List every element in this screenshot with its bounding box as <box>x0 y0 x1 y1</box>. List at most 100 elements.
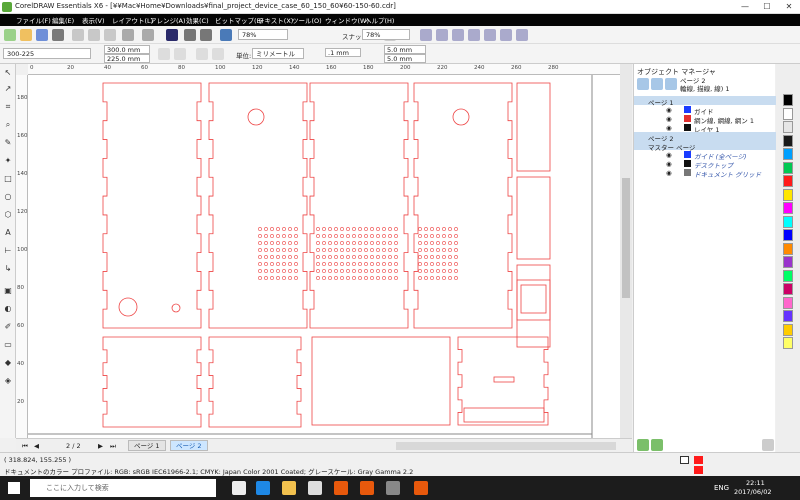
ellipse-tool-icon[interactable]: ○ <box>3 192 13 202</box>
page-height-field[interactable]: 225.0 mm <box>104 54 150 63</box>
new-master-layer-icon[interactable] <box>651 439 663 451</box>
zoom-level-combo-2[interactable]: 78% <box>362 29 410 40</box>
color-swatch[interactable] <box>783 121 793 133</box>
object-row[interactable]: ◉ ガイド (全ページ) <box>634 150 776 161</box>
color-swatch[interactable] <box>783 256 793 268</box>
interactive-fill-icon[interactable]: ◈ <box>3 376 13 386</box>
color-swatch[interactable] <box>783 148 793 160</box>
duplicate-y-field[interactable]: 5.0 mm <box>384 54 426 63</box>
export-icon[interactable] <box>200 29 212 41</box>
object-row[interactable]: ◉ ガイド <box>634 105 776 116</box>
visibility-eye-icon[interactable]: ◉ <box>666 169 672 177</box>
color-swatch[interactable] <box>783 134 793 147</box>
dimension-tool-icon[interactable]: ⊢ <box>3 246 13 256</box>
save-icon[interactable] <box>36 29 48 41</box>
store-icon[interactable] <box>308 481 322 495</box>
zoom-all-icon[interactable] <box>468 29 480 41</box>
next-page-icon[interactable]: ▶ <box>98 442 103 450</box>
edit-across-layers-icon[interactable] <box>651 78 663 90</box>
color-swatch[interactable] <box>783 94 793 106</box>
transparency-tool-icon[interactable]: ◐ <box>3 304 13 314</box>
cut-icon[interactable] <box>72 29 84 41</box>
outline-tool-icon[interactable]: ▭ <box>3 340 13 350</box>
menu-tools[interactable]: ツール(O) <box>292 15 322 25</box>
text-tool-icon[interactable]: A <box>3 228 13 238</box>
copy-icon[interactable] <box>88 29 100 41</box>
menu-window[interactable]: ウィンドウ(W) <box>325 15 369 25</box>
clock-time[interactable]: 22:11 <box>746 479 765 487</box>
shape-tool-icon[interactable]: ↗ <box>3 84 13 94</box>
redo-icon[interactable] <box>142 29 154 41</box>
page-tab-2[interactable]: ページ 2 <box>170 440 208 451</box>
visibility-eye-icon[interactable]: ◉ <box>666 115 672 123</box>
drop-shadow-tool-icon[interactable]: ▣ <box>3 286 13 296</box>
menu-effects[interactable]: 効果(C) <box>186 15 209 25</box>
color-swatch[interactable] <box>783 296 793 309</box>
task-view-icon[interactable] <box>232 481 246 495</box>
fill-tool-icon[interactable]: ◆ <box>3 358 13 368</box>
app-icon-3[interactable] <box>386 481 400 495</box>
start-icon[interactable] <box>8 482 20 494</box>
import-icon[interactable] <box>184 29 196 41</box>
page-width-field[interactable]: 300.0 mm <box>104 45 150 54</box>
color-swatch[interactable] <box>783 323 793 336</box>
scroll-thumb[interactable] <box>622 178 630 298</box>
taskbar-search[interactable]: ここに入力して検索 <box>30 479 216 497</box>
portrait-icon[interactable] <box>158 48 170 60</box>
outline-color-swatch[interactable] <box>694 466 703 474</box>
landscape-icon[interactable] <box>174 48 186 60</box>
last-page-icon[interactable]: ⏭ <box>110 442 116 451</box>
connector-tool-icon[interactable]: ↳ <box>3 264 13 274</box>
show-properties-icon[interactable] <box>637 78 649 90</box>
object-row[interactable]: マスター ページ <box>634 141 776 152</box>
all-pages-icon[interactable] <box>196 48 208 60</box>
menu-view[interactable]: 表示(V) <box>82 15 105 25</box>
minimize-button[interactable]: — <box>734 0 756 14</box>
color-swatch[interactable] <box>783 337 793 349</box>
file-explorer-icon[interactable] <box>282 481 296 495</box>
color-swatch[interactable] <box>783 215 793 228</box>
app-icon-2[interactable] <box>360 481 374 495</box>
new-layer-icon[interactable] <box>637 439 649 451</box>
print-icon[interactable] <box>52 29 64 41</box>
app-icon-1[interactable] <box>334 481 348 495</box>
horizontal-scrollbar[interactable] <box>396 442 616 450</box>
color-swatch[interactable] <box>783 283 793 295</box>
smart-fill-icon[interactable]: ✦ <box>3 156 13 166</box>
prev-page-icon[interactable]: ◀ <box>34 442 39 450</box>
object-row[interactable]: ◉ デスクトップ <box>634 159 776 170</box>
polygon-tool-icon[interactable]: ⬡ <box>3 210 13 220</box>
undo-icon[interactable] <box>122 29 134 41</box>
page-size-preset[interactable]: 300-225 <box>3 48 91 59</box>
vertical-ruler[interactable]: 180 160 140 120 100 80 60 40 20 <box>16 75 28 438</box>
fill-color-swatch[interactable] <box>694 456 703 464</box>
zoom-out-icon[interactable] <box>436 29 448 41</box>
crop-tool-icon[interactable]: ⌗ <box>3 102 13 112</box>
current-page-icon[interactable] <box>212 48 224 60</box>
no-fill-swatch[interactable] <box>680 456 689 464</box>
zoom-height-icon[interactable] <box>516 29 528 41</box>
visibility-eye-icon[interactable]: ◉ <box>666 160 672 168</box>
eyedropper-tool-icon[interactable]: ✐ <box>3 322 13 332</box>
menu-edit[interactable]: 編集(E) <box>52 15 74 25</box>
edge-icon[interactable] <box>256 481 270 495</box>
color-swatch[interactable] <box>783 202 793 214</box>
units-combo[interactable]: ミリメートル <box>252 48 304 59</box>
color-swatch[interactable] <box>783 242 793 255</box>
color-swatch[interactable] <box>783 269 793 282</box>
publish-pdf-icon[interactable] <box>220 29 232 41</box>
clock-date[interactable]: 2017/06/02 <box>734 488 771 496</box>
visibility-eye-icon[interactable]: ◉ <box>666 106 672 114</box>
search-content-icon[interactable] <box>166 29 178 41</box>
color-swatch[interactable] <box>783 310 793 322</box>
object-row[interactable]: ◉ レイヤ 1 <box>634 123 776 134</box>
nudge-distance-field[interactable]: .1 mm <box>325 48 361 57</box>
object-row[interactable]: ページ 2 <box>634 132 776 143</box>
zoom-in-icon[interactable] <box>420 29 432 41</box>
freehand-tool-icon[interactable]: ✎ <box>3 138 13 148</box>
menu-layout[interactable]: レイアウト(L) <box>112 15 153 25</box>
color-profile-info[interactable]: ドキュメントのカラー プロファイル: RGB: sRGB IEC61966-2.… <box>4 466 413 476</box>
color-swatch[interactable] <box>783 175 793 187</box>
zoom-page-icon[interactable] <box>484 29 496 41</box>
visibility-eye-icon[interactable]: ◉ <box>666 124 672 132</box>
